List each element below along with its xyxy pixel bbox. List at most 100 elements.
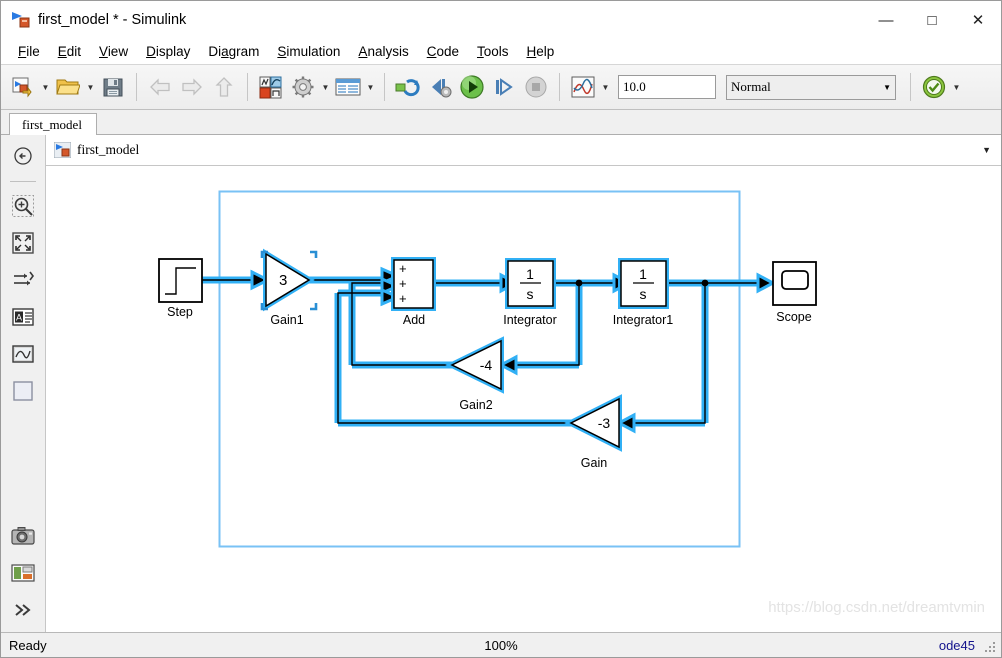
toolbar-separator-5 (910, 73, 911, 101)
new-model-caret[interactable]: ▼ (39, 71, 52, 103)
block-value-gain2: -4 (480, 357, 493, 373)
block-scope (772, 261, 817, 306)
block-label-gain2: Gain2 (459, 398, 492, 412)
menu-edit-rest: dit (66, 44, 82, 59)
block-value-gain1: 3 (279, 272, 287, 289)
menu-code[interactable]: Code (418, 42, 468, 61)
toolbar-separator-2 (247, 73, 248, 101)
window-title: first_model * - Simulink (38, 12, 187, 28)
block-add: + + + (391, 257, 436, 311)
scope-view-caret[interactable]: ▼ (599, 71, 612, 103)
block-label-scope: Scope (776, 310, 811, 324)
new-model-button[interactable] (7, 70, 39, 104)
zoom-icon[interactable] (8, 191, 38, 221)
model-advisor-button[interactable] (918, 70, 950, 104)
navigate-up-button[interactable] (208, 70, 240, 104)
simulation-time-input[interactable]: 10.0 (618, 75, 716, 99)
block-label-integrator: Integrator (503, 313, 557, 327)
block-gain: -3 (564, 394, 622, 452)
menu-view-rest: iew (107, 44, 129, 59)
simulink-model-icon (11, 11, 31, 29)
update-diagram-button[interactable] (392, 70, 424, 104)
model-explorer-button[interactable] (332, 70, 364, 104)
block-gain2: -4 (445, 336, 504, 394)
block-label-add: Add (403, 313, 425, 327)
integrator1-denominator: s (640, 286, 647, 302)
toolbar-separator-3 (384, 73, 385, 101)
breadcrumb: first_model ▼ (46, 135, 1001, 166)
menu-tools[interactable]: Tools (468, 42, 518, 61)
open-model-caret[interactable]: ▼ (84, 71, 97, 103)
breadcrumb-model-icon (53, 141, 72, 159)
block-step (158, 258, 203, 303)
menu-help[interactable]: Help (518, 42, 564, 61)
minimize-button[interactable]: — (863, 1, 909, 39)
navigate-forward-button[interactable] (176, 70, 208, 104)
zoom-level: 100% (484, 637, 518, 653)
model-report-icon[interactable] (8, 558, 38, 588)
menu-tools-rest: ools (483, 44, 509, 59)
menu-edit[interactable]: Edit (49, 42, 90, 61)
tab-first-model[interactable]: first_model (9, 113, 97, 135)
step-back-button[interactable] (424, 70, 456, 104)
simulation-mode-value: Normal (731, 79, 771, 94)
breadcrumb-expand-icon[interactable]: ▼ (982, 145, 991, 155)
run-simulation-button[interactable] (456, 70, 488, 104)
menu-bar: File Edit View Display Diagram Simulatio… (1, 39, 1001, 65)
scope-view-button[interactable] (567, 70, 599, 104)
integrator-denominator: s (527, 286, 534, 302)
canvas-area: first_model ▼ Step 3 Gain1 + + + Add 1 s… (46, 135, 1001, 632)
block-label-gain1: Gain1 (270, 313, 303, 327)
expand-more-icon[interactable] (8, 595, 38, 625)
svg-text:A: A (16, 313, 22, 323)
solver-name[interactable]: ode45 (939, 638, 975, 653)
menu-file-rest: ile (26, 44, 40, 59)
navigate-back-button[interactable] (144, 70, 176, 104)
signal-routing-icon[interactable] (8, 265, 38, 295)
integrator-numerator: 1 (526, 266, 534, 282)
toolbar-separator-4 (559, 73, 560, 101)
canvas-sidebar: A (1, 135, 46, 632)
model-configuration-gear-icon[interactable] (287, 70, 319, 104)
block-diagram: Step 3 Gain1 + + + Add 1 s Integrator 1 … (158, 190, 817, 548)
menu-display[interactable]: Display (137, 42, 199, 61)
save-button[interactable] (97, 70, 129, 104)
toolbar-separator-1 (136, 73, 137, 101)
library-browser-button[interactable] (255, 70, 287, 104)
model-explorer-caret[interactable]: ▼ (364, 71, 377, 103)
branch-point-integrator1 (701, 279, 709, 287)
breadcrumb-label[interactable]: first_model (77, 142, 139, 158)
close-button[interactable]: ✕ (955, 1, 1001, 39)
menu-view[interactable]: View (90, 42, 137, 61)
menu-diagram[interactable]: Diagram (199, 42, 268, 61)
branch-point-integrator (575, 279, 583, 287)
menu-file[interactable]: File (9, 42, 49, 61)
model-canvas[interactable]: Step 3 Gain1 + + + Add 1 s Integrator 1 … (46, 166, 1001, 632)
model-advisor-caret[interactable]: ▼ (950, 71, 963, 103)
status-text: Ready (9, 637, 47, 653)
camera-snapshot-icon[interactable] (8, 521, 38, 551)
window-controls: — □ ✕ (863, 1, 1001, 39)
block-label-gain: Gain (581, 456, 607, 470)
stop-simulation-button[interactable] (520, 70, 552, 104)
annotation-icon[interactable]: A (8, 302, 38, 332)
area-block-icon[interactable] (8, 376, 38, 406)
navigate-back-icon[interactable] (8, 141, 38, 171)
resize-grip[interactable] (985, 642, 997, 654)
menu-simulation-rest: imulation (286, 44, 341, 59)
simulation-mode-select[interactable]: Normal ▼ (726, 74, 896, 100)
block-value-gain: -3 (598, 415, 611, 431)
chevron-down-icon: ▼ (883, 82, 891, 92)
model-configuration-caret[interactable]: ▼ (319, 71, 332, 103)
open-model-button[interactable] (52, 70, 84, 104)
step-forward-button[interactable] (488, 70, 520, 104)
block-integrator: 1 s (505, 258, 556, 309)
maximize-button[interactable]: □ (909, 1, 955, 39)
menu-simulation[interactable]: Simulation (268, 42, 349, 61)
fit-to-view-icon[interactable] (8, 228, 38, 258)
scope-viewer-icon[interactable] (8, 339, 38, 369)
block-sign-3: + (399, 291, 407, 306)
menu-display-rest: isplay (155, 44, 191, 59)
menu-analysis[interactable]: Analysis (349, 42, 417, 61)
block-gain1: 3 (260, 248, 318, 312)
